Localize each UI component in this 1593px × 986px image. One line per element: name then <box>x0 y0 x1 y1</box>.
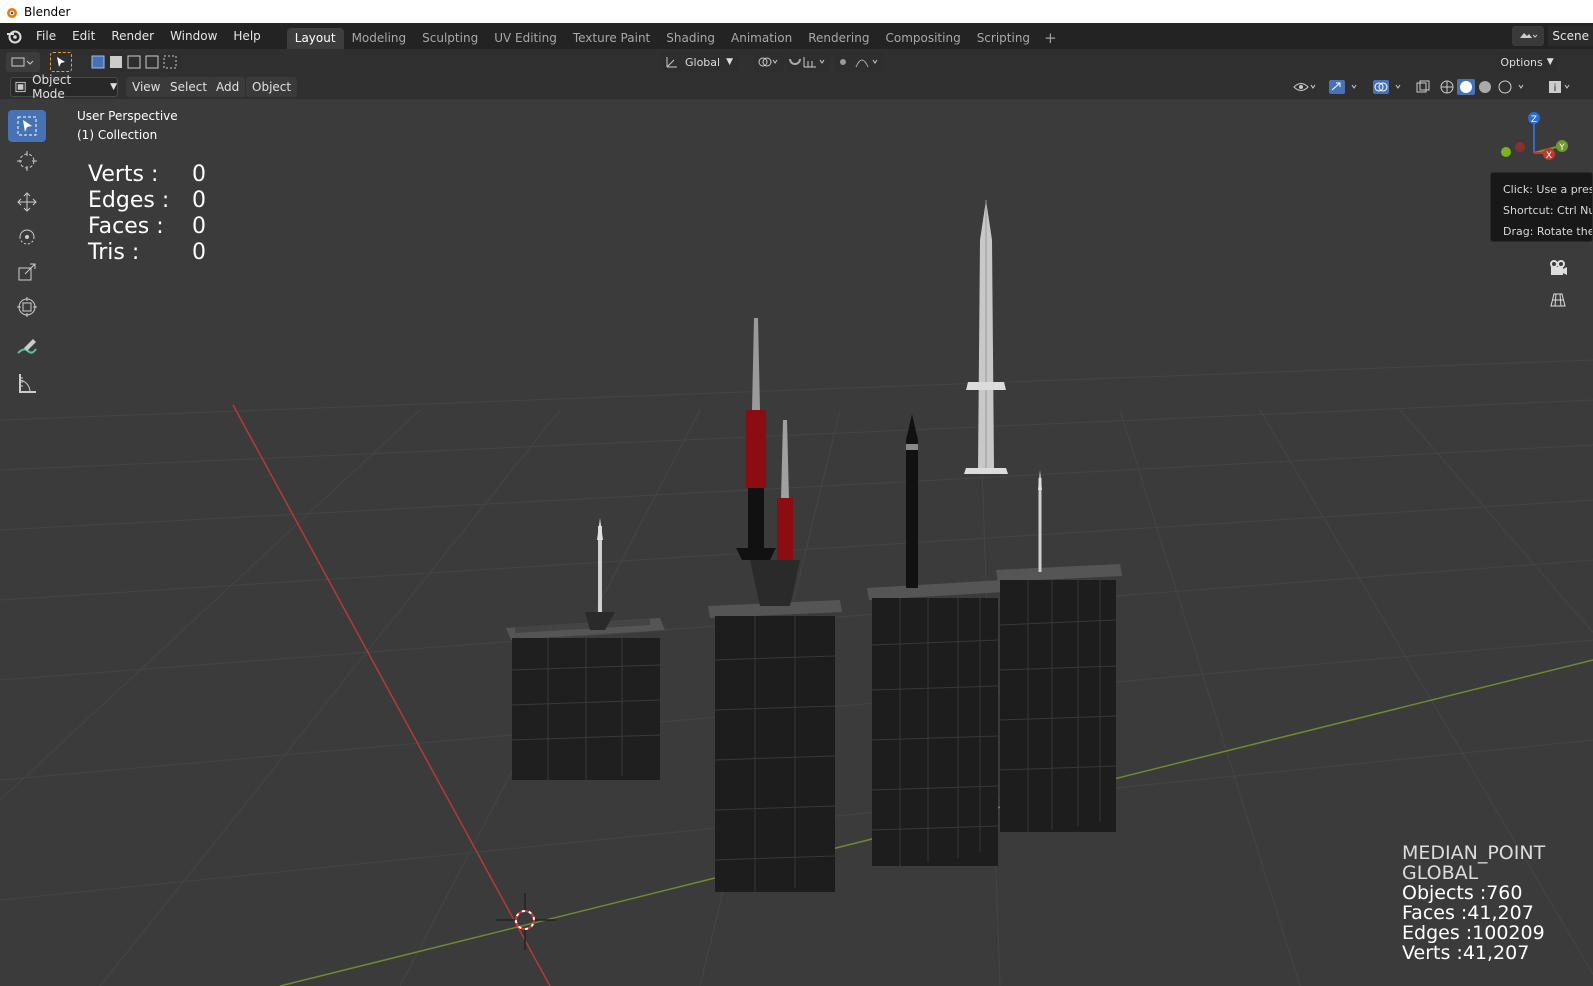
menu-add[interactable]: Add <box>210 77 246 97</box>
shading-mode-icons[interactable] <box>1438 77 1534 97</box>
window-titlebar: Blender <box>0 0 1593 23</box>
stat-faces-label: Faces : <box>88 214 164 239</box>
stat-tris-value: 0 <box>192 240 206 265</box>
gizmo-x-label: X <box>1546 151 1552 161</box>
options-dropdown[interactable]: Options ▼ <box>1496 52 1558 72</box>
edges-count: Edges :100209 <box>1402 922 1545 944</box>
object-mode-label: Object Mode <box>32 73 72 101</box>
tab-compositing[interactable]: Compositing <box>877 28 968 49</box>
object-mode-icon <box>15 81 26 93</box>
floating-missile <box>964 200 1008 474</box>
info-icon[interactable]: i <box>1546 77 1576 97</box>
menu-object[interactable]: Object <box>246 77 298 97</box>
scene-name[interactable]: Scene <box>1548 26 1593 46</box>
snap-icon[interactable] <box>786 52 830 72</box>
visibility-icon[interactable] <box>1290 77 1320 97</box>
chevron-down-icon: ▼ <box>110 82 117 92</box>
transform-icon[interactable] <box>8 291 46 323</box>
overlays-toggle-icon[interactable] <box>1370 77 1408 97</box>
tab-scripting[interactable]: Scripting <box>969 28 1038 49</box>
menu-render[interactable]: Render <box>103 26 162 46</box>
window-title: Blender <box>24 4 71 19</box>
menu-select[interactable]: Select <box>164 77 214 97</box>
stat-edges-value: 0 <box>192 188 206 213</box>
chevron-down-icon: ▼ <box>726 57 733 67</box>
scene-selector: Scene <box>1512 23 1593 49</box>
tab-texture-paint[interactable]: Texture Paint <box>565 28 658 49</box>
active-tool-icon[interactable] <box>50 52 72 72</box>
top-menubar: File Edit Render Window Help Layout Mode… <box>0 23 1593 49</box>
verts-count: Verts :41,207 <box>1402 942 1530 964</box>
selection-mode-icons[interactable] <box>88 52 182 72</box>
tab-shading[interactable]: Shading <box>658 28 723 49</box>
camera-view-icon[interactable] <box>1545 255 1571 281</box>
measure-icon[interactable] <box>8 367 46 399</box>
tab-animation[interactable]: Animation <box>723 28 800 49</box>
menu-window[interactable]: Window <box>162 26 225 46</box>
faces-count: Faces :41,207 <box>1402 902 1534 924</box>
move-icon[interactable] <box>8 186 46 218</box>
perspective-label: User Perspective <box>77 109 178 123</box>
cursor-icon[interactable] <box>8 145 46 177</box>
launcher-block-1 <box>506 518 665 782</box>
scene-browse-icon[interactable] <box>1512 26 1545 46</box>
blender-menu-icon[interactable] <box>0 23 28 49</box>
select-box-icon[interactable] <box>8 110 46 142</box>
viewport-header: Object Mode ▼ View Select Add Object i <box>0 73 1593 101</box>
launcher-block-2 <box>708 318 842 894</box>
stat-faces-value: 0 <box>192 214 206 239</box>
gizmo-tooltip: Click: Use a preset Shortcut: Ctrl Num D… <box>1490 172 1593 242</box>
menu-view[interactable]: View <box>126 77 167 97</box>
3d-viewport[interactable]: Z Y X User Perspective (1) Collection Ve… <box>0 99 1593 986</box>
tool-shelf <box>8 110 48 402</box>
launcher-block-4 <box>996 470 1122 834</box>
proportional-editing-icon[interactable] <box>834 52 884 72</box>
tab-modeling[interactable]: Modeling <box>344 28 415 49</box>
blender-logo-icon <box>7 7 17 18</box>
collection-label: (1) Collection <box>77 128 158 142</box>
gizmo-toggle-icon[interactable] <box>1326 77 1364 97</box>
stat-tris-label: Tris : <box>88 240 140 265</box>
tab-rendering[interactable]: Rendering <box>800 28 877 49</box>
menu-file[interactable]: File <box>28 26 64 46</box>
gizmo-y-label: Y <box>1558 143 1565 153</box>
scene-render: Z Y X <box>0 112 1593 986</box>
stat-verts-label: Verts : <box>88 162 159 187</box>
annotate-icon[interactable] <box>8 332 46 364</box>
editor-type-icon[interactable] <box>6 52 40 72</box>
workspace-tabs: Layout Modeling Sculpting UV Editing Tex… <box>286 23 1063 49</box>
viewport-nav-buttons <box>1545 255 1575 319</box>
tab-uv-editing[interactable]: UV Editing <box>486 28 565 49</box>
objects-count: Objects :760 <box>1402 882 1523 904</box>
launcher-block-3 <box>867 414 1004 868</box>
orientation-label: Global <box>684 55 721 69</box>
object-mode-select[interactable]: Object Mode ▼ <box>10 73 118 101</box>
svg-text:i: i <box>1554 83 1557 94</box>
orientation-readout: GLOBAL <box>1402 862 1479 884</box>
chevron-down-icon: ▼ <box>1546 57 1554 67</box>
rotate-icon[interactable] <box>8 221 46 253</box>
orientation-select[interactable]: Global ▼ <box>660 52 738 72</box>
add-workspace-icon[interactable]: + <box>1038 29 1063 47</box>
x-axis-line <box>232 404 551 986</box>
gizmo-z-label: Z <box>1531 115 1537 125</box>
orientation-icon <box>666 57 677 68</box>
tooltip-line-2: Shortcut: Ctrl Num <box>1503 204 1592 217</box>
menu-help[interactable]: Help <box>225 26 268 46</box>
orthographic-toggle-icon[interactable] <box>1545 287 1571 313</box>
navigation-gizmo[interactable]: Z Y X <box>1501 112 1568 161</box>
stat-verts-value: 0 <box>192 162 206 187</box>
pivot-readout: MEDIAN_POINT <box>1402 842 1546 864</box>
tab-layout[interactable]: Layout <box>286 28 344 49</box>
menu-edit[interactable]: Edit <box>64 26 103 46</box>
tab-sculpting[interactable]: Sculpting <box>414 28 486 49</box>
options-label: Options <box>1500 55 1543 69</box>
tooltip-line-3: Drag: Rotate the v <box>1503 225 1593 238</box>
tool-header: Global ▼ Options ▼ <box>0 49 1593 75</box>
xray-toggle-icon[interactable] <box>1414 77 1432 97</box>
scale-icon[interactable] <box>8 256 46 288</box>
pivot-point-icon[interactable] <box>754 52 784 72</box>
stat-edges-label: Edges : <box>88 188 170 213</box>
tooltip-line-1: Click: Use a preset <box>1503 183 1592 196</box>
